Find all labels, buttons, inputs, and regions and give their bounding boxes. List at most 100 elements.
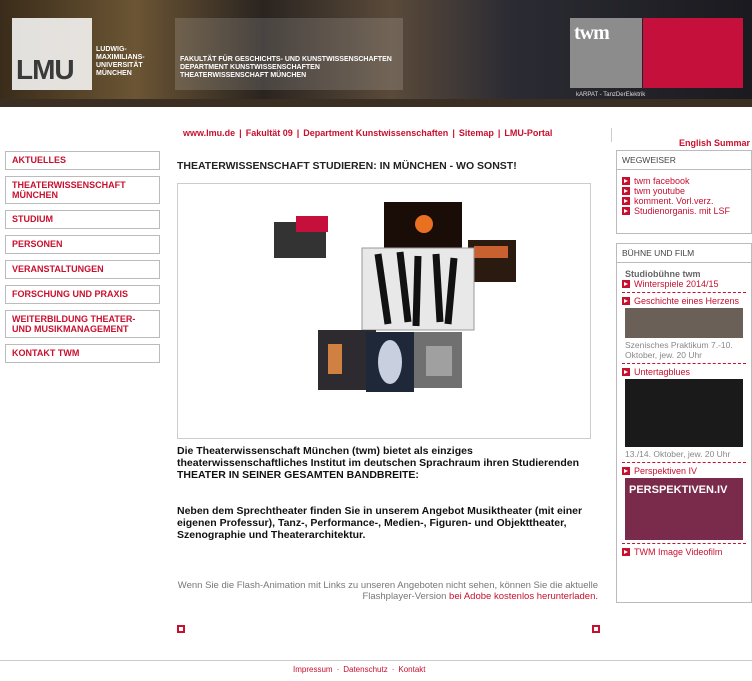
photo-tile [426,346,452,376]
university-line: LUDWIG- [96,46,127,53]
link-komment-vorlverz[interactable]: komment. Vorl.verz. [617,196,751,206]
topnav-link-department[interactable]: Department Kunstwissenschaften [303,128,448,138]
arrow-icon [622,197,630,205]
link-label: twm youtube [634,186,686,196]
poster-perspektiven[interactable]: PERSPEKTIVEN.IV [625,478,743,540]
link-twm-youtube[interactable]: twm youtube [617,186,751,196]
studiobuehne-heading: Studiobühne twm [625,269,701,279]
intro-paragraph: Die Theaterwissenschaft München (twm) bi… [177,445,580,481]
adobe-download-link[interactable]: bei Adobe kostenlos herunterladen. [449,591,598,602]
separator: | [452,128,455,138]
divider [622,292,746,293]
separator: · [391,665,395,674]
footer-link-impressum[interactable]: Impressum [293,665,333,674]
divider [622,363,746,364]
topnav-link-fakultaet[interactable]: Fakultät 09 [246,128,293,138]
link-label: Winterspiele 2014/15 [634,279,719,289]
lmu-logo[interactable]: LMU [12,18,92,90]
twm-red-block [643,18,743,88]
footer-link-kontakt[interactable]: Kontakt [398,665,425,674]
buehne-heading: BÜHNE UND FILM [617,244,751,263]
page-title: THEATERWISSENSCHAFT STUDIEREN: IN MÜNCHE… [177,160,517,172]
university-line: UNIVERSITÄT [96,62,143,69]
link-label: twm facebook [634,176,690,186]
link-studienorganis[interactable]: Studienorganis. mit LSF [617,206,751,216]
top-navigation: www.lmu.de | Fakultät 09 | Department Kunstw… [183,128,552,138]
separator: | [497,128,501,138]
poster-title: PERSPEKTIVEN.IV [629,484,728,496]
photo-tile [415,215,433,233]
separator: | [239,128,242,138]
photo-tile [296,216,328,232]
nav-item-kontakt[interactable]: KONTAKT TWM [5,344,160,363]
footer-links: Impressum · Datenschutz · Kontakt [293,665,426,674]
caption-geschichte: Szenisches Praktikum 7.-10. Oktober, jew… [625,340,733,360]
divider [622,462,746,463]
lmu-logo-text: LMU [16,54,75,85]
link-label: komment. Vorl.verz. [634,196,714,206]
separator: | [296,128,300,138]
wegweiser-box: WEGWEISER twm facebook twm youtube komme… [616,150,752,234]
university-line: MAXIMILIANS- [96,54,145,61]
faculty-line: DEPARTMENT KUNSTWISSENSCHAFTEN [180,64,320,71]
thumbnail-geschichte[interactable] [625,308,743,338]
header-strip [0,99,752,107]
link-geschichte-herzens[interactable]: Geschichte eines Herzens [617,296,751,306]
topnav-link-portal[interactable]: LMU-Portal [504,128,552,138]
university-line: MÜNCHEN [96,70,132,77]
faculty-line: THEATERWISSENSCHAFT MÜNCHEN [180,72,307,79]
nav-item-veranstaltungen[interactable]: VERANSTALTUNGEN [5,260,160,279]
link-label: Untertagblues [634,367,691,377]
footer-divider [0,660,752,661]
photo-tile [378,340,402,384]
divider [622,543,746,544]
print-icon[interactable] [177,625,185,633]
nav-item-personen[interactable]: PERSONEN [5,235,160,254]
thumbnail-untertagblues[interactable] [625,379,743,447]
separator: · [336,665,340,674]
arrow-up-icon[interactable] [592,625,600,633]
arrow-icon [622,207,630,215]
arrow-icon [622,187,630,195]
arrow-icon [622,297,630,305]
faculty-name: FAKULTÄT FÜR GESCHICHTS- UND KUNSTWISSEN… [180,56,440,80]
footer-link-datenschutz[interactable]: Datenschutz [343,665,387,674]
nav-item-weiterbildung[interactable]: WEITERBILDUNG THEATER- UND MUSIKMANAGEME… [5,310,160,338]
english-summary-link[interactable]: English Summar [679,138,750,148]
arrow-icon [622,177,630,185]
intro-paragraph-2: Neben dem Sprechtheater finden Sie in un… [177,505,583,541]
nav-item-studium[interactable]: STUDIUM [5,210,160,229]
flash-animation-area[interactable] [177,183,591,439]
topnav-link-lmu[interactable]: www.lmu.de [183,128,235,138]
link-label: Geschichte eines Herzens [634,296,740,306]
divider [611,128,612,142]
link-twm-videofilm[interactable]: TWM Image Videofilm [617,547,751,557]
link-untertagblues[interactable]: Untertagblues [617,367,751,377]
banner-credit: kARPAT - TanzDerElektrik [576,92,646,98]
link-winterspiele[interactable]: Winterspiele 2014/15 [617,279,751,289]
buehne-box: BÜHNE UND FILM Studiobühne twm Winterspi… [616,243,752,603]
link-label: Studienorganis. mit LSF [634,206,731,216]
arrow-icon [622,368,630,376]
twm-logo-text: twm [574,22,610,44]
wegweiser-heading: WEGWEISER [617,151,751,170]
photo-tile [328,344,342,374]
caption-untertagblues: 13./14. Oktober, jew. 20 Uhr [625,449,731,459]
arrow-icon [622,548,630,556]
faculty-line: FAKULTÄT FÜR GESCHICHTS- UND KUNSTWISSEN… [180,56,392,63]
link-twm-facebook[interactable]: twm facebook [617,176,751,186]
topnav-link-sitemap[interactable]: Sitemap [459,128,494,138]
nav-item-theaterwissenschaft[interactable]: THEATERWISSENSCHAFT MÜNCHEN [5,176,160,204]
university-name: LUDWIG- MAXIMILIANS- UNIVERSITÄT MÜNCHEN [96,46,166,78]
flash-note: Wenn Sie die Flash-Animation mit Links z… [170,580,598,602]
nav-item-forschung[interactable]: FORSCHUNG UND PRAXIS [5,285,160,304]
arrow-icon [622,280,630,288]
left-navigation: AKTUELLES THEATERWISSENSCHAFT MÜNCHEN ST… [5,151,160,369]
link-perspektiven[interactable]: Perspektiven IV [617,466,751,476]
nav-item-aktuelles[interactable]: AKTUELLES [5,151,160,170]
link-label: Perspektiven IV [634,466,698,476]
link-label: TWM Image Videofilm [634,547,723,557]
photo-tile [474,246,508,258]
arrow-icon [622,467,630,475]
photo-collage [274,202,516,392]
